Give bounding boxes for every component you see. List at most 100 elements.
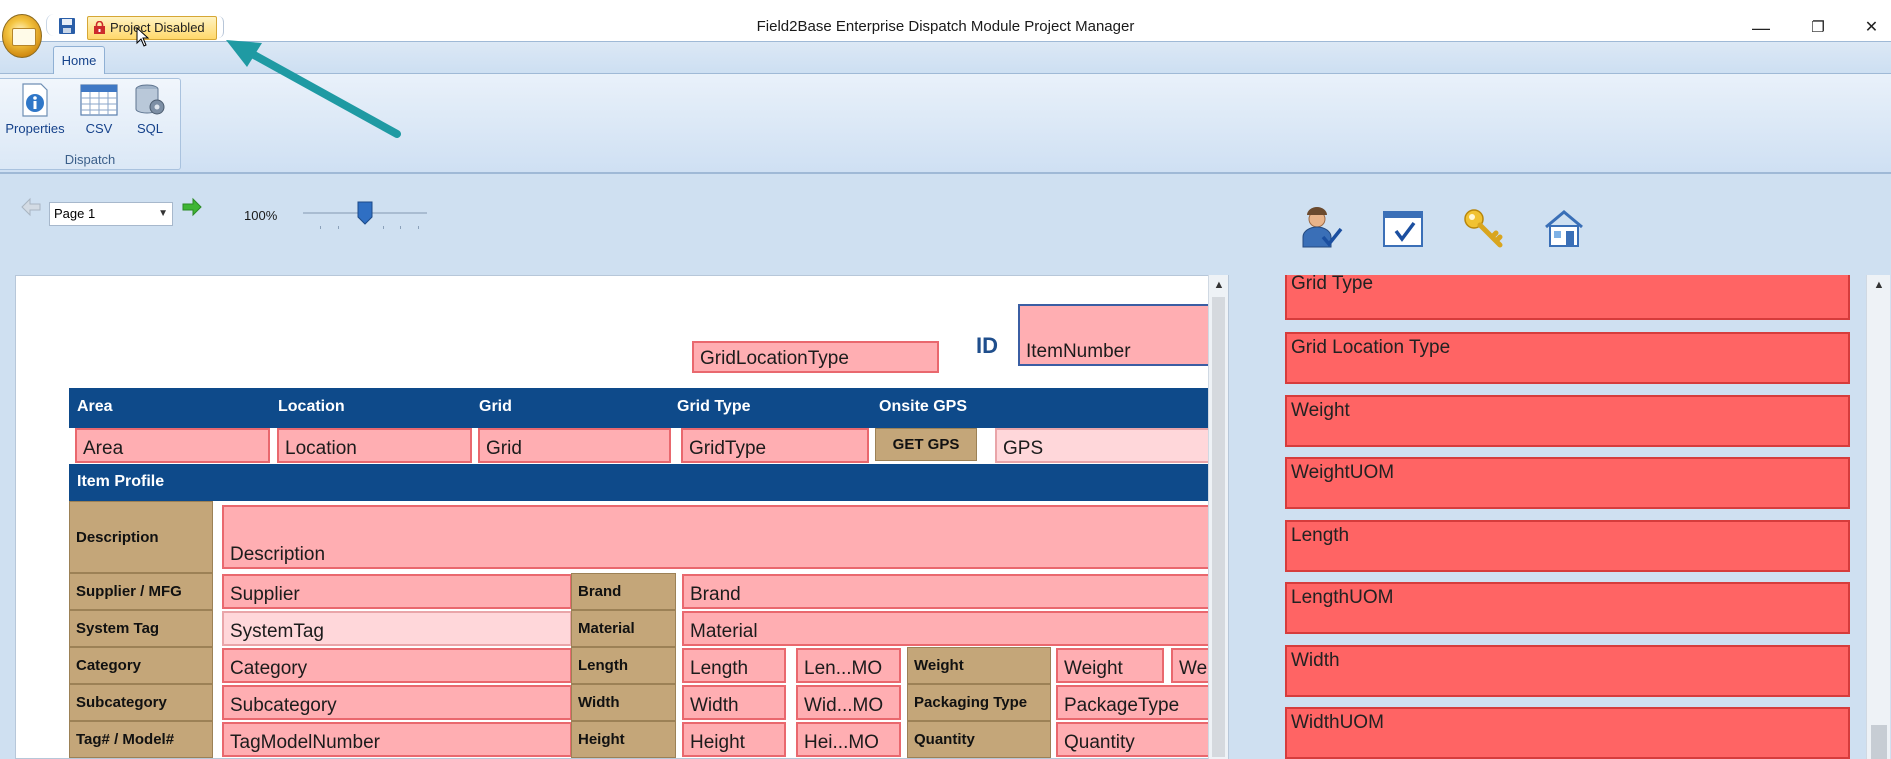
restore-button[interactable]: ❐ bbox=[1795, 14, 1841, 42]
quantity-field[interactable]: Quantity bbox=[1056, 722, 1219, 757]
slider-tick bbox=[320, 226, 321, 229]
gps-field[interactable]: GPS bbox=[995, 428, 1219, 463]
weight-field[interactable]: Weight bbox=[1056, 648, 1164, 683]
field-list-scrollbar[interactable]: ▲ bbox=[1866, 275, 1890, 759]
quantity-label: Quantity bbox=[907, 721, 1051, 758]
description-field[interactable]: Description bbox=[222, 505, 1219, 569]
width-field[interactable]: Width bbox=[682, 685, 786, 720]
subcategory-label: Subcategory bbox=[69, 684, 213, 721]
field-list-item[interactable]: Length bbox=[1285, 520, 1850, 572]
material-field[interactable]: Material bbox=[682, 611, 1219, 646]
field-list-item[interactable]: WidthUOM bbox=[1285, 707, 1850, 759]
tag-model-field[interactable]: TagModelNumber bbox=[222, 722, 572, 757]
field-list-item[interactable]: Width bbox=[1285, 645, 1850, 697]
window-check-icon[interactable] bbox=[1382, 207, 1426, 251]
key-icon[interactable] bbox=[1462, 207, 1506, 251]
field-list-item[interactable]: Grid Location Type bbox=[1285, 332, 1850, 384]
location-header: Location bbox=[278, 398, 345, 415]
mouse-cursor-icon bbox=[136, 27, 150, 47]
height-field[interactable]: Height bbox=[682, 722, 786, 757]
minimize-button[interactable]: — bbox=[1738, 14, 1784, 42]
onsite-gps-header: Onsite GPS bbox=[879, 398, 968, 415]
supplier-field[interactable]: Supplier bbox=[222, 574, 572, 609]
close-button[interactable]: ✕ bbox=[1852, 14, 1891, 42]
id-label: ID bbox=[976, 333, 998, 358]
material-label: Material bbox=[571, 610, 676, 647]
grid-location-type-field[interactable]: GridLocationType bbox=[692, 341, 939, 373]
length-uom-field[interactable]: Len...MO bbox=[796, 648, 901, 683]
field-list-item[interactable]: WeightUOM bbox=[1285, 457, 1850, 509]
item-profile-header: Item Profile bbox=[69, 464, 1219, 501]
grid-header: Grid bbox=[479, 398, 512, 415]
item-number-field[interactable]: ItemNumber bbox=[1018, 304, 1218, 366]
packaging-type-field[interactable]: PackageType bbox=[1056, 685, 1219, 720]
length-field[interactable]: Length bbox=[682, 648, 786, 683]
scrollbar-thumb[interactable] bbox=[1871, 725, 1887, 759]
field-list-panel: Grid Type Grid Location Type Weight Weig… bbox=[1263, 275, 1868, 759]
home-icon[interactable] bbox=[1542, 207, 1586, 251]
supplier-label: Supplier / MFG bbox=[69, 573, 213, 610]
length-label: Length bbox=[571, 647, 676, 684]
brand-label: Brand bbox=[571, 573, 676, 610]
field-list-item[interactable]: Grid Type bbox=[1285, 275, 1850, 320]
location-field[interactable]: Location bbox=[277, 428, 472, 463]
height-label: Height bbox=[571, 721, 676, 758]
category-label: Category bbox=[69, 647, 213, 684]
brand-field[interactable]: Brand bbox=[682, 574, 1219, 609]
weight-label: Weight bbox=[907, 647, 1051, 684]
slider-tick bbox=[400, 226, 401, 229]
properties-icon bbox=[22, 83, 48, 117]
page-select-value: Page 1 bbox=[54, 206, 96, 221]
area-field[interactable]: Area bbox=[75, 428, 270, 463]
width-label: Width bbox=[571, 684, 676, 721]
category-field[interactable]: Category bbox=[222, 648, 572, 683]
application-menu-button[interactable] bbox=[2, 14, 42, 58]
system-tag-label: System Tag bbox=[69, 610, 213, 647]
zoom-slider-thumb[interactable] bbox=[357, 201, 373, 225]
dispatch-group-label: Dispatch bbox=[64, 152, 116, 167]
field-list-item[interactable]: LengthUOM bbox=[1285, 582, 1850, 634]
ribbon: Properties CSV SQL Dispatch bbox=[0, 74, 1891, 174]
properties-button[interactable]: Properties bbox=[4, 83, 66, 136]
scroll-up-arrow-icon[interactable]: ▲ bbox=[1209, 275, 1229, 295]
grid-type-header: Grid Type bbox=[677, 398, 751, 415]
location-header-row: Area Location Grid Grid Type Onsite GPS bbox=[69, 388, 1219, 428]
user-check-icon[interactable] bbox=[1299, 207, 1343, 251]
canvas-scrollbar[interactable]: ▲ bbox=[1208, 275, 1228, 759]
grid-type-field[interactable]: GridType bbox=[681, 428, 869, 463]
form-designer-canvas[interactable]: GridLocationType ItemNumber Area Locatio… bbox=[15, 275, 1229, 759]
csv-label: CSV bbox=[85, 121, 113, 136]
slider-tick bbox=[338, 226, 339, 229]
sql-label: SQL bbox=[136, 121, 163, 136]
csv-table-icon bbox=[80, 84, 118, 116]
title-bar: Project Disabled Field2Base Enterprise D… bbox=[0, 0, 1891, 42]
dispatch-group: Properties CSV SQL Dispatch bbox=[0, 78, 181, 170]
ribbon-tab-row: Home bbox=[0, 42, 1891, 75]
grid-field[interactable]: Grid bbox=[478, 428, 671, 463]
tab-home[interactable]: Home bbox=[53, 46, 105, 75]
database-gear-icon bbox=[135, 84, 165, 115]
area-header: Area bbox=[77, 398, 113, 415]
height-uom-field[interactable]: Hei...MO bbox=[796, 722, 901, 757]
get-gps-button[interactable]: GET GPS bbox=[875, 428, 977, 461]
item-profile-title: Item Profile bbox=[77, 473, 165, 490]
field-list-item[interactable]: Weight bbox=[1285, 395, 1850, 447]
window-title: Field2Base Enterprise Dispatch Module Pr… bbox=[756, 18, 1135, 35]
scrollbar-thumb[interactable] bbox=[1212, 297, 1225, 757]
scroll-up-arrow-icon[interactable]: ▲ bbox=[1867, 275, 1891, 295]
page-select[interactable]: Page 1 ▼ bbox=[49, 202, 173, 226]
chevron-down-icon: ▼ bbox=[158, 208, 168, 219]
csv-button[interactable]: CSV bbox=[78, 83, 120, 136]
width-uom-field[interactable]: Wid...MO bbox=[796, 685, 901, 720]
previous-page-arrow-icon[interactable] bbox=[20, 196, 42, 218]
zoom-level: 100% bbox=[244, 208, 278, 223]
tag-model-label: Tag# / Model# bbox=[69, 721, 213, 758]
system-tag-field[interactable]: SystemTag bbox=[222, 611, 572, 646]
next-page-arrow-icon[interactable] bbox=[181, 196, 203, 218]
sql-button[interactable]: SQL bbox=[130, 83, 170, 136]
slider-tick bbox=[383, 226, 384, 229]
packaging-type-label: Packaging Type bbox=[907, 684, 1051, 721]
subcategory-field[interactable]: Subcategory bbox=[222, 685, 572, 720]
properties-label: Properties bbox=[5, 121, 65, 136]
description-label: Description bbox=[69, 501, 213, 573]
